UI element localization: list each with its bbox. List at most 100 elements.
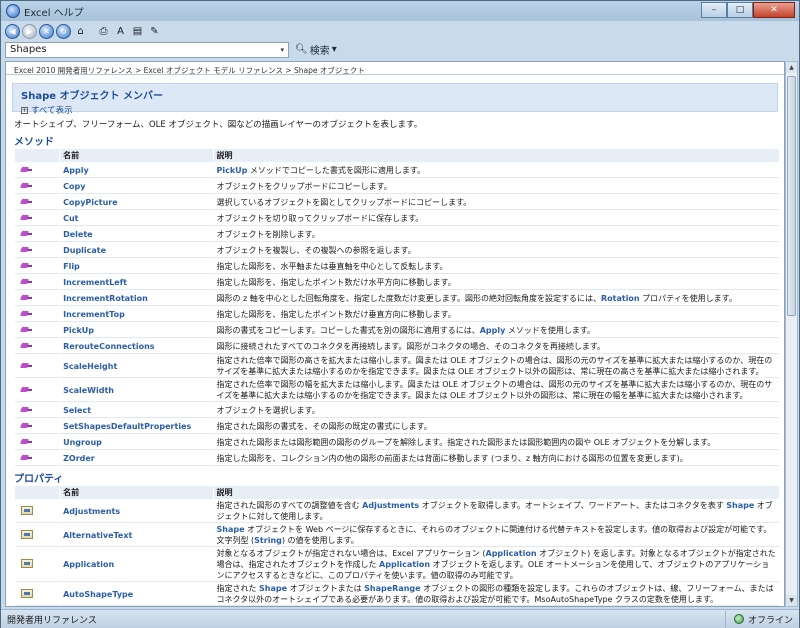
member-icon-cell xyxy=(15,195,60,210)
description-text: 指定した図形を、コレクション内の他の図形の前面または背面に移動します (つまり、… xyxy=(216,453,688,463)
member-description: 図形の書式をコピーします。コピーした書式を別の図形に適用するには、Apply メ… xyxy=(213,323,779,338)
back-icon[interactable]: ◀ xyxy=(5,23,20,39)
search-button[interactable]: 🔍︎ 検索 ▾ xyxy=(295,42,337,57)
member-icon-cell xyxy=(15,163,60,178)
search-row: Shapes ▾ 🔍︎ 検索 ▾ xyxy=(5,41,797,58)
member-name-link[interactable]: Select xyxy=(60,403,213,418)
methods-body: Apply PickUp メソッドでコピーした書式を図形に適用します。 Copy オブ… xyxy=(15,163,779,466)
book-icon[interactable]: ▤ xyxy=(130,24,145,39)
description-link[interactable]: Shape xyxy=(217,525,245,534)
member-name-link[interactable]: IncrementTop xyxy=(60,307,213,322)
table-row: AutoShapeType 指定された Shape オブジェクトまたは Shape… xyxy=(15,583,779,606)
stop-icon[interactable]: ✕ xyxy=(39,23,54,39)
description-link[interactable]: ShapeRange xyxy=(364,584,420,593)
show-all-link[interactable]: + すべて表示 xyxy=(21,104,771,116)
maximize-button[interactable]: □ xyxy=(727,2,753,18)
member-name-link[interactable]: AlternativeText xyxy=(60,524,213,547)
member-name-link[interactable]: Cut xyxy=(60,211,213,226)
description-link[interactable]: String xyxy=(254,536,282,545)
name-column-header: 名前 xyxy=(60,149,213,162)
member-icon-cell xyxy=(15,435,60,450)
description-link[interactable]: Application xyxy=(486,549,537,558)
forward-icon[interactable]: ▶ xyxy=(22,23,37,39)
breadcrumb[interactable]: Excel 2010 開発者用リファレンス > Excel オブジェクト モデル… xyxy=(6,62,784,75)
member-icon-cell xyxy=(15,323,60,338)
member-name-link[interactable]: IncrementLeft xyxy=(60,275,213,290)
name-column-header: 名前 xyxy=(60,486,213,499)
member-name-link[interactable]: Application xyxy=(60,548,213,582)
title-bar[interactable]: Excel ヘルプ – □ ✕ xyxy=(1,1,799,21)
table-row: SetShapesDefaultProperties 指定された図形の書式を、その… xyxy=(15,419,779,434)
method-icon xyxy=(21,262,32,269)
toolbar: ◀ ▶ ✕ ↻ ⌂ ⎙ A ▤ ✎ xyxy=(5,22,795,40)
scroll-up-icon[interactable]: ▲ xyxy=(786,62,797,73)
member-icon-cell xyxy=(15,179,60,194)
member-icon-cell xyxy=(15,524,60,547)
table-row: Cut オブジェクトを切り取ってクリップボードに保存します。 xyxy=(15,211,779,226)
description-text: 指定された xyxy=(216,584,260,593)
member-name-link[interactable]: Apply xyxy=(60,163,213,178)
table-row: Select オブジェクトを選択します。 xyxy=(15,403,779,418)
description-link[interactable]: Shape xyxy=(259,584,287,593)
member-name-link[interactable]: Flip xyxy=(60,259,213,274)
method-icon xyxy=(21,422,32,429)
description-link[interactable]: Adjustments xyxy=(362,501,419,510)
description-column-header: 説明 xyxy=(213,486,779,499)
member-name-link[interactable]: ZOrder xyxy=(60,451,213,466)
description-text: 指定した図形を、水平軸または垂直軸を中心として反転します。 xyxy=(216,261,448,271)
font-size-icon[interactable]: A xyxy=(113,24,128,39)
pin-icon[interactable]: ✎ xyxy=(147,24,162,39)
table-row: ScaleHeight 指定された倍率で図形の高さを拡大または縮小します。図または… xyxy=(15,355,779,378)
member-name-link[interactable]: Copy xyxy=(60,179,213,194)
member-icon-cell xyxy=(15,419,60,434)
member-name-link[interactable]: CopyPicture xyxy=(60,195,213,210)
member-icon-cell xyxy=(15,355,60,378)
close-button[interactable]: ✕ xyxy=(753,2,795,18)
method-icon xyxy=(21,294,32,301)
print-icon[interactable]: ⎙ xyxy=(96,24,111,39)
page-header: Shape オブジェクト メンバー + すべて表示 xyxy=(12,83,778,116)
description-text: メソッドを使用します。 xyxy=(505,325,596,335)
methods-header-row: 名前 説明 xyxy=(15,149,779,162)
member-name-link[interactable]: Adjustments xyxy=(60,500,213,523)
description-text: ) の値を使用します。 xyxy=(281,536,359,545)
method-icon xyxy=(21,246,32,253)
description-link[interactable]: Apply xyxy=(480,326,506,335)
table-row: Ungroup 指定された図形または図形範囲の図形のグループを解除します。指定され… xyxy=(15,435,779,450)
description-link[interactable]: Shape xyxy=(726,501,754,510)
member-name-link[interactable]: PickUp xyxy=(60,323,213,338)
refresh-icon[interactable]: ↻ xyxy=(56,23,71,39)
minimize-button[interactable]: – xyxy=(701,2,727,18)
member-name-link[interactable]: ScaleWidth xyxy=(60,379,213,402)
properties-header-row: 名前 説明 xyxy=(15,486,779,499)
status-text: 開発者用リファレンス xyxy=(7,615,97,626)
description-link[interactable]: Application xyxy=(379,560,430,569)
method-icon xyxy=(21,166,32,173)
member-icon-cell xyxy=(15,211,60,226)
member-name-link[interactable]: Duplicate xyxy=(60,243,213,258)
method-icon xyxy=(21,362,32,369)
member-description: 指定された倍率で図形の高さを拡大または縮小します。図または OLE オブジェクト… xyxy=(213,355,779,378)
member-name-link[interactable]: RerouteConnections xyxy=(60,339,213,354)
member-name-link[interactable]: Ungroup xyxy=(60,435,213,450)
search-input[interactable]: Shapes ▾ xyxy=(5,41,289,58)
member-name-link[interactable]: SetShapesDefaultProperties xyxy=(60,419,213,434)
member-name-link[interactable]: Delete xyxy=(60,227,213,242)
description-link[interactable]: PickUp xyxy=(217,166,248,175)
member-name-link[interactable]: ScaleHeight xyxy=(60,355,213,378)
home-icon[interactable]: ⌂ xyxy=(73,24,88,39)
scroll-down-icon[interactable]: ▼ xyxy=(786,595,797,606)
description-link[interactable]: Rotation xyxy=(601,294,640,303)
member-description: 図形の z 軸を中心とした回転角度を、指定した度数だけ変更します。図形の絶対回転… xyxy=(213,291,779,306)
search-dropdown-icon[interactable]: ▾ xyxy=(280,46,284,54)
table-row: Apply PickUp メソッドでコピーした書式を図形に適用します。 xyxy=(15,163,779,178)
connection-status[interactable]: オフライン xyxy=(724,610,793,628)
member-description: 指定された Shape オブジェクトまたは ShapeRange オブジェクトの… xyxy=(213,583,779,606)
scroll-thumb[interactable] xyxy=(787,76,796,316)
vertical-scrollbar[interactable]: ▲ ▼ xyxy=(785,61,798,607)
properties-table: 名前 説明 Adjustments 指定された図形のすべての調整値を含む Adju… xyxy=(14,485,780,606)
member-name-link[interactable]: IncrementRotation xyxy=(60,291,213,306)
member-description: 指定した図形を、指定したポイント数だけ垂直方向に移動します。 xyxy=(213,307,779,322)
table-row: IncrementRotation 図形の z 軸を中心とした回転角度を、指定した… xyxy=(15,291,779,306)
member-name-link[interactable]: AutoShapeType xyxy=(60,583,213,606)
